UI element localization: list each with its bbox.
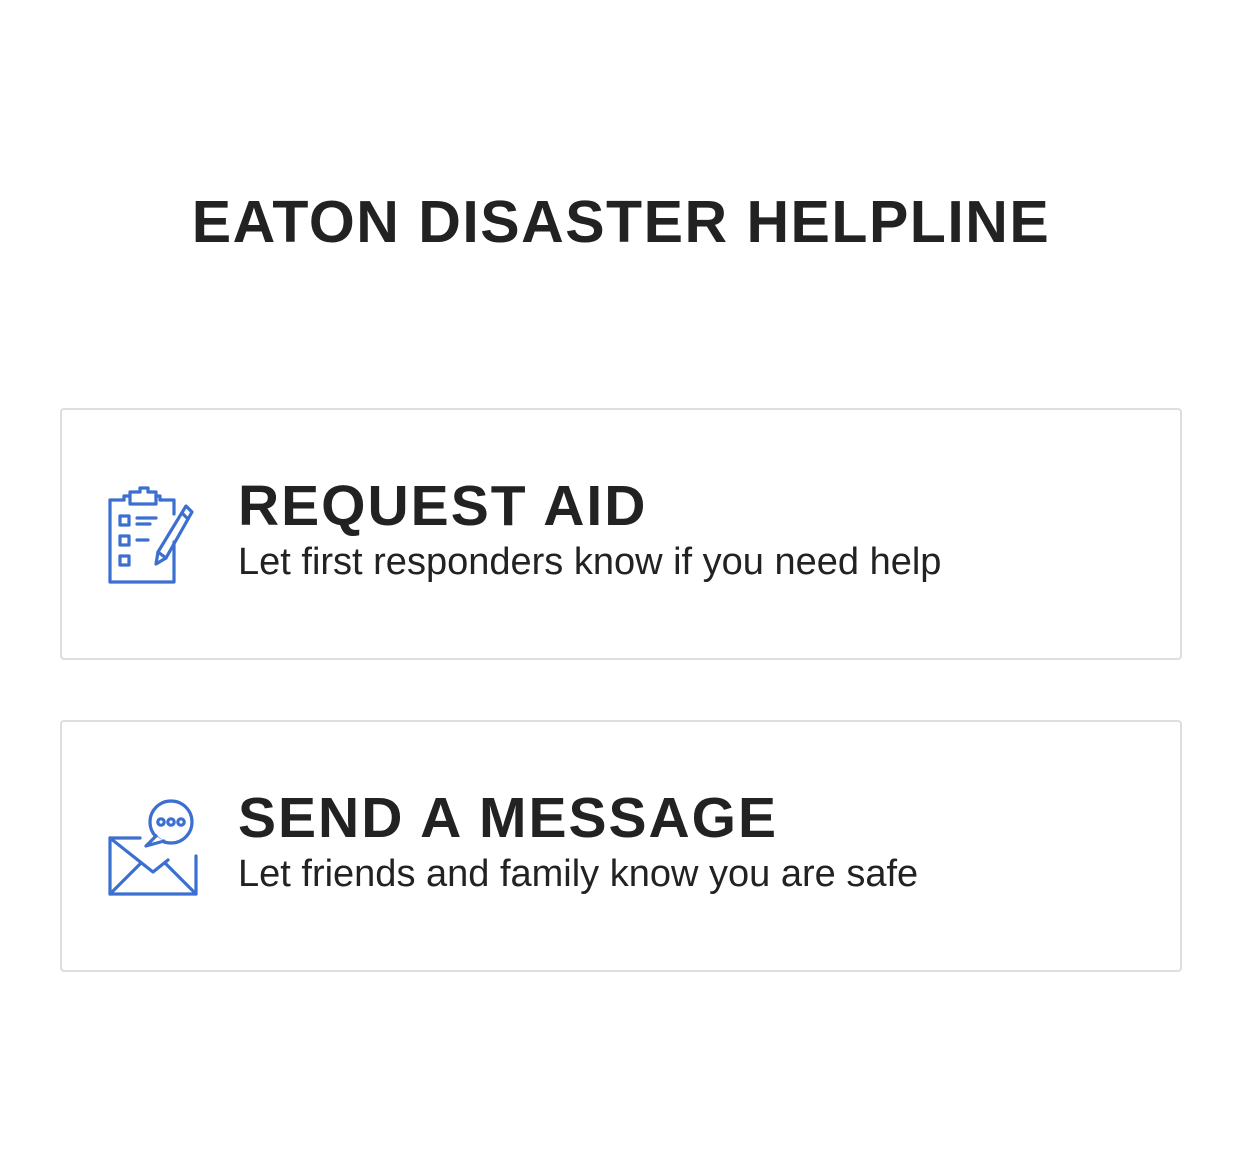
clipboard-checklist-icon	[104, 484, 200, 586]
request-aid-heading: REQUEST AID	[238, 474, 648, 538]
send-message-card[interactable]: SEND A MESSAGE Let friends and family kn…	[60, 720, 1182, 972]
send-message-heading: SEND A MESSAGE	[238, 786, 779, 850]
request-aid-subtext: Let first responders know if you need he…	[238, 541, 942, 583]
request-aid-card[interactable]: REQUEST AID Let first responders know if…	[60, 408, 1182, 660]
send-message-subtext: Let friends and family know you are safe	[238, 853, 919, 895]
page-title: EATON DISASTER HELPLINE	[191, 189, 1051, 255]
envelope-chat-icon	[104, 796, 200, 898]
